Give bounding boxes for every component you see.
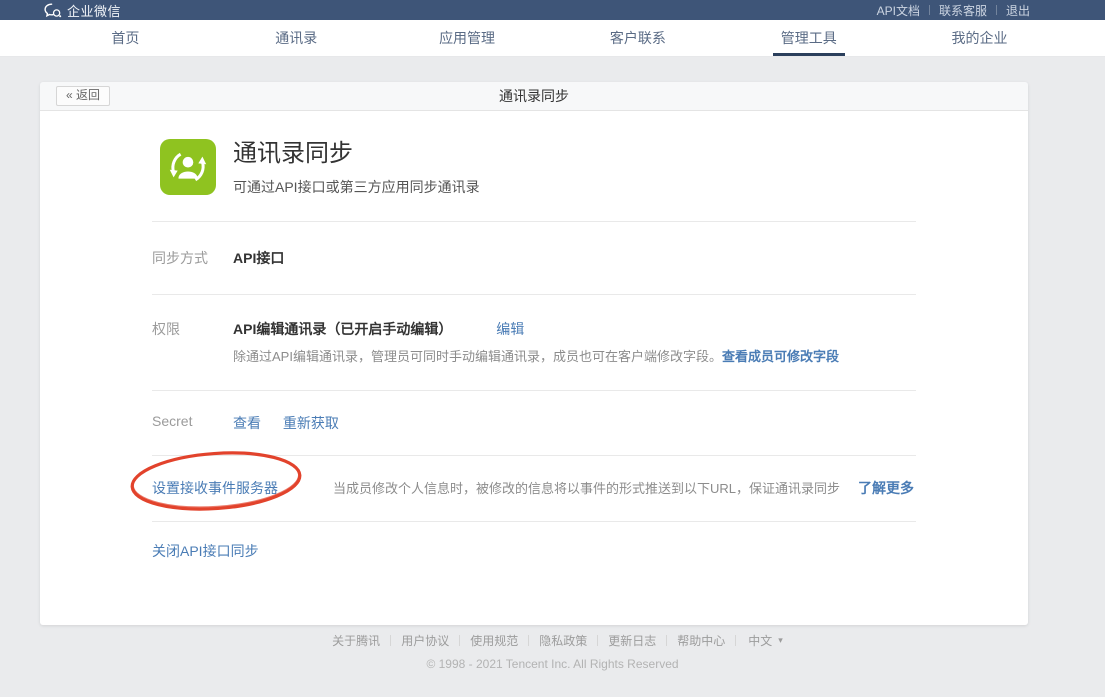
setup-callback-server-link[interactable]: 设置接收事件服务器 [152,478,278,498]
usage-policy-link[interactable]: 使用规范 [460,632,528,649]
changelog-link[interactable]: 更新日志 [598,632,666,649]
nav-tab-contacts[interactable]: 通讯录 [211,20,382,56]
app-subtitle: 可通过API接口或第三方应用同步通讯录 [233,177,480,197]
nav-tab-customer-relations[interactable]: 客户联系 [552,20,723,56]
topbar-links: API文档 联系客服 退出 [868,2,1039,19]
nav-tab-app-management[interactable]: 应用管理 [382,20,553,56]
panel-header: « 返回 通讯录同步 [40,82,1028,111]
contact-support-link[interactable]: 联系客服 [930,2,996,19]
sync-method-value: API接口 [233,248,284,268]
user-agreement-link[interactable]: 用户协议 [391,632,459,649]
main-nav: 首页 通讯录 应用管理 客户联系 管理工具 我的企业 [0,20,1105,57]
callback-description: 当成员修改个人信息时，被修改的信息将以事件的形式推送到以下URL，保证通讯录同步 [333,478,840,498]
permission-label: 权限 [152,319,233,365]
nav-tab-home[interactable]: 首页 [40,20,211,56]
logout-link[interactable]: 退出 [997,2,1039,19]
language-selector[interactable]: 中文 [736,632,778,649]
top-bar: 企业微信 API文档 联系客服 退出 [0,0,1105,20]
app-header: 通讯录同步 可通过API接口或第三方应用同步通讯录 [152,111,916,221]
permission-description: 除通过API编辑通讯录，管理员可同时手动编辑通讯录，成员也可在客户端修改字段。 [233,349,722,364]
privacy-policy-link[interactable]: 隐私政策 [529,632,597,649]
view-editable-fields-link[interactable]: 查看成员可修改字段 [722,349,839,364]
app-title: 通讯录同步 [233,139,480,169]
copyright-text: © 1998 - 2021 Tencent Inc. All Rights Re… [0,657,1105,671]
view-secret-link[interactable]: 查看 [233,415,261,431]
learn-more-link[interactable]: 了解更多 [858,478,914,498]
back-button[interactable]: « 返回 [56,86,110,106]
nav-tab-management-tools[interactable]: 管理工具 [723,20,894,56]
footer-links: 关于腾讯 用户协议 使用规范 隐私政策 更新日志 帮助中心 中文 ▾ [322,632,783,649]
about-tencent-link[interactable]: 关于腾讯 [322,632,390,649]
callback-row: 设置接收事件服务器 当成员修改个人信息时，被修改的信息将以事件的形式推送到以下U… [152,455,916,521]
page-title: 通讯录同步 [40,86,1028,106]
help-center-link[interactable]: 帮助中心 [667,632,735,649]
contact-sync-panel: « 返回 通讯录同步 [40,82,1028,625]
api-docs-link[interactable]: API文档 [868,2,929,19]
close-api-sync-link[interactable]: 关闭API接口同步 [152,543,259,559]
permission-content: API编辑通讯录（已开启手动编辑） 编辑 除通过API编辑通讯录，管理员可同时手… [233,319,839,365]
contact-sync-icon [160,139,216,195]
caret-down-icon[interactable]: ▾ [778,635,783,646]
nav-tab-my-company[interactable]: 我的企业 [894,20,1065,56]
brand: 企业微信 [44,1,121,20]
permission-value: API编辑通讯录（已开启手动编辑） [233,321,452,337]
refresh-secret-link[interactable]: 重新获取 [283,415,339,431]
secret-row: Secret 查看 重新获取 [152,390,916,455]
logo-text: 企业微信 [67,1,121,20]
wechat-work-logo-icon [44,3,62,18]
permission-row: 权限 API编辑通讯录（已开启手动编辑） 编辑 除通过API编辑通讯录，管理员可… [152,294,916,390]
sync-method-label: 同步方式 [152,248,233,268]
sync-method-row: 同步方式 API接口 [152,221,916,294]
edit-permission-link[interactable]: 编辑 [496,321,524,337]
panel-body: 通讯录同步 可通过API接口或第三方应用同步通讯录 同步方式 API接口 权限 … [40,111,1028,625]
secret-label: Secret [152,413,233,433]
close-api-row: 关闭API接口同步 [152,521,916,625]
footer: 关于腾讯 用户协议 使用规范 隐私政策 更新日志 帮助中心 中文 ▾ © 199… [0,632,1105,671]
